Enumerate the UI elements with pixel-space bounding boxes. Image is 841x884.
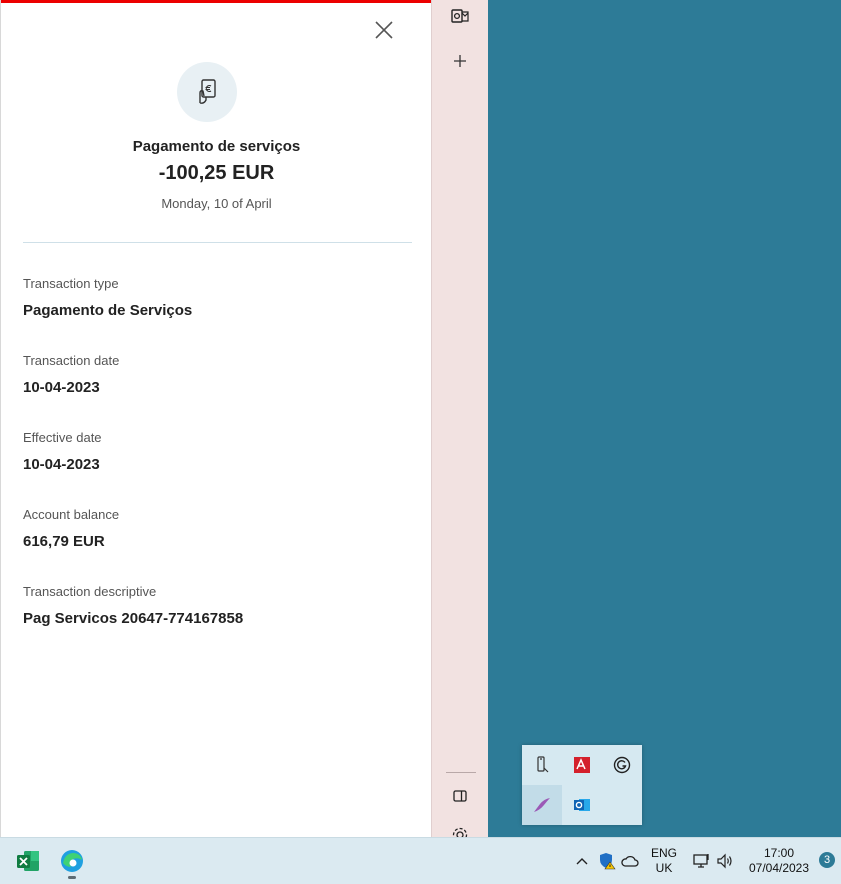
grammarly-icon <box>613 756 631 774</box>
euro-receipt-icon <box>199 79 216 104</box>
side-panel-strip <box>431 0 488 837</box>
field-value: 10-04-2023 <box>23 379 100 396</box>
clock-date: 07/04/2023 <box>748 861 810 875</box>
field-transaction-type: Transaction type Pagamento de Serviços <box>23 276 413 319</box>
field-label: Transaction descriptive <box>23 584 157 599</box>
tray-overflow-popup <box>522 745 642 825</box>
excel-icon <box>17 851 39 871</box>
transaction-title: Pagamento de serviços <box>132 138 301 155</box>
field-transaction-date: Transaction date 10-04-2023 <box>23 353 413 396</box>
transaction-icon-badge <box>177 62 237 122</box>
red-app-icon <box>574 757 590 773</box>
language-code: ENG <box>650 846 677 860</box>
field-value: Pagamento de Serviços <box>23 302 193 319</box>
tray-feather-button[interactable] <box>522 785 562 825</box>
show-hidden-icons-button[interactable] <box>573 850 591 872</box>
plus-icon <box>454 55 466 67</box>
windows-security-button[interactable] <box>596 850 618 872</box>
chevron-up-icon <box>576 858 588 865</box>
onedrive-button[interactable] <box>620 850 640 872</box>
notification-count-badge[interactable]: 3 <box>819 852 835 868</box>
sidebar-settings-button[interactable] <box>450 826 470 837</box>
field-label: Transaction date <box>23 353 120 368</box>
transaction-detail-panel: Pagamento de serviços -100,25 EUR Monday… <box>0 0 432 837</box>
tray-red-app-button[interactable] <box>562 745 602 785</box>
field-label: Transaction type <box>23 276 119 291</box>
language-indicator[interactable]: ENG UK <box>644 846 684 876</box>
tray-usb-button[interactable] <box>522 745 562 785</box>
volume-icon <box>717 853 732 869</box>
usb-icon <box>537 756 549 773</box>
transaction-date-text: Monday, 10 of April <box>161 196 272 211</box>
field-value: 616,79 EUR <box>23 533 105 550</box>
taskbar-excel-button[interactable] <box>13 846 43 876</box>
active-app-indicator <box>68 876 76 879</box>
outlook-icon <box>574 799 590 811</box>
close-button[interactable] <box>372 18 396 42</box>
field-label: Account balance <box>23 507 120 522</box>
sidebar-divider <box>446 772 476 773</box>
network-button[interactable] <box>692 850 712 872</box>
language-region: UK <box>655 861 673 875</box>
clock-time: 17:00 <box>763 846 795 860</box>
sidebar-toggle-button[interactable] <box>450 786 470 806</box>
tray-grammarly-button[interactable] <box>602 745 642 785</box>
security-warning-icon <box>600 853 616 870</box>
sidebar-add-button[interactable] <box>450 51 470 71</box>
divider <box>23 242 412 243</box>
settings-icon <box>452 827 468 837</box>
outlook-icon <box>451 9 469 23</box>
clock[interactable]: 17:00 07/04/2023 <box>744 846 814 876</box>
panel-accent-bar <box>1 0 432 3</box>
field-value: Pag Servicos 20647-774167858 <box>23 610 244 627</box>
field-value: 10-04-2023 <box>23 456 100 473</box>
edge-icon <box>61 850 83 872</box>
field-label: Effective date <box>23 430 102 445</box>
transaction-amount: -100,25 EUR <box>158 162 275 184</box>
cloud-icon <box>621 855 639 867</box>
volume-button[interactable] <box>715 850 735 872</box>
network-icon <box>693 854 709 868</box>
panel-toggle-icon <box>453 790 467 802</box>
close-icon <box>375 21 393 39</box>
sidebar-outlook-button[interactable] <box>450 6 470 26</box>
taskbar-edge-button[interactable] <box>57 846 87 879</box>
field-account-balance: Account balance 616,79 EUR <box>23 507 413 550</box>
field-effective-date: Effective date 10-04-2023 <box>23 430 413 473</box>
tray-outlook-button[interactable] <box>562 785 602 825</box>
field-transaction-descriptive: Transaction descriptive Pag Servicos 206… <box>23 584 413 627</box>
feather-icon <box>534 798 550 812</box>
taskbar: ENG UK 17:00 07/04/2023 <box>0 837 841 884</box>
